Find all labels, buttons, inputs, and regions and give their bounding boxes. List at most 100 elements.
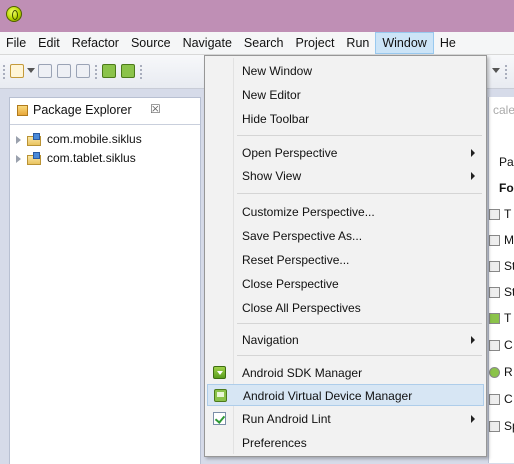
project-label[interactable]: com.tablet.siklus xyxy=(47,151,136,165)
menu-item-label: Customize Perspective... xyxy=(242,205,375,219)
submenu-arrow-icon xyxy=(471,149,475,157)
palette-text[interactable]: Fo xyxy=(499,181,514,195)
menu-item-close-all-perspectives[interactable]: Close All Perspectives xyxy=(207,297,484,319)
menu-separator xyxy=(237,355,482,356)
menu-item-preferences[interactable]: Preferences xyxy=(207,432,484,454)
new-icon[interactable] xyxy=(10,64,24,78)
palette-text[interactable]: St xyxy=(504,259,514,273)
menu-item-open-perspective[interactable]: Open Perspective xyxy=(207,142,484,164)
menu-edit[interactable]: Edit xyxy=(32,32,66,54)
menu-item-label: Run Android Lint xyxy=(242,412,331,426)
palette-view: cale Pa Fo T M St St T C R C Sp xyxy=(488,97,514,463)
menu-item-navigation[interactable]: Navigation xyxy=(207,329,484,351)
submenu-arrow-icon xyxy=(471,336,475,344)
palette-text[interactable]: Sp xyxy=(504,419,514,433)
android-project-icon xyxy=(27,152,43,165)
menu-help[interactable]: He xyxy=(434,32,462,54)
toolbar-grip[interactable] xyxy=(140,65,144,79)
package-explorer-icon xyxy=(17,105,28,116)
save-icon[interactable] xyxy=(38,64,52,78)
android-sdk-icon[interactable] xyxy=(102,64,116,78)
new-dropdown-icon[interactable] xyxy=(27,68,35,73)
expand-arrow-icon[interactable] xyxy=(16,136,21,144)
palette-text[interactable]: C xyxy=(504,338,513,352)
menu-window[interactable]: Window xyxy=(375,32,434,54)
tree-item-project[interactable]: com.tablet.siklus xyxy=(10,150,200,168)
menu-item-run-android-lint[interactable]: Run Android Lint xyxy=(207,408,484,430)
menu-item-label: Reset Perspective... xyxy=(242,253,350,267)
menu-item-label: Close All Perspectives xyxy=(242,301,361,315)
palette-text[interactable]: Pa xyxy=(499,155,514,169)
widget-icon xyxy=(489,261,500,272)
menu-item-label: Hide Toolbar xyxy=(242,112,310,126)
palette-text[interactable]: M xyxy=(504,233,514,247)
checkbox-widget-icon xyxy=(489,340,500,351)
submenu-arrow-icon xyxy=(471,415,475,423)
android-avd-icon[interactable] xyxy=(121,64,135,78)
close-icon[interactable]: ☒ xyxy=(150,102,161,116)
menu-search[interactable]: Search xyxy=(238,32,290,54)
menu-refactor[interactable]: Refactor xyxy=(66,32,125,54)
widget-icon xyxy=(489,209,500,220)
save-all-icon[interactable] xyxy=(57,64,71,78)
android-sdk-manager-icon xyxy=(213,366,226,379)
print-icon[interactable] xyxy=(76,64,90,78)
toolbar-dropdown-icon[interactable] xyxy=(492,68,500,73)
spinner-widget-icon xyxy=(489,421,500,432)
menu-item-new-editor[interactable]: New Editor xyxy=(207,84,484,106)
palette-text[interactable]: C xyxy=(504,392,513,406)
project-label[interactable]: com.mobile.siklus xyxy=(47,132,142,146)
title-bar xyxy=(0,0,514,32)
widget-icon xyxy=(489,287,500,298)
widget-icon xyxy=(489,313,500,324)
package-explorer-tab[interactable]: Package Explorer ☒ xyxy=(10,98,200,125)
submenu-arrow-icon xyxy=(471,172,475,180)
palette-text[interactable]: St xyxy=(504,285,514,299)
menu-source[interactable]: Source xyxy=(125,32,177,54)
menu-bar: File Edit Refactor Source Navigate Searc… xyxy=(0,32,514,55)
menu-item-label: Open Perspective xyxy=(242,146,338,160)
menu-item-label: Show View xyxy=(242,169,302,183)
menu-item-reset-perspective[interactable]: Reset Perspective... xyxy=(207,249,484,271)
menu-separator xyxy=(237,193,482,194)
tree-item-project[interactable]: com.mobile.siklus xyxy=(10,131,200,149)
toolbar-grip[interactable] xyxy=(95,65,99,79)
menu-item-label: New Window xyxy=(242,64,313,78)
menu-navigate[interactable]: Navigate xyxy=(177,32,238,54)
menu-item-save-perspective-as[interactable]: Save Perspective As... xyxy=(207,225,484,247)
radio-widget-icon xyxy=(489,367,500,378)
package-explorer-view: Package Explorer ☒ com.mobile.siklus com… xyxy=(9,97,201,464)
palette-text[interactable]: T xyxy=(504,311,511,325)
menu-item-label: Android SDK Manager xyxy=(242,366,363,380)
package-explorer-title: Package Explorer xyxy=(33,103,132,117)
menu-item-new-window[interactable]: New Window xyxy=(207,60,484,82)
menu-separator xyxy=(237,135,482,136)
palette-text: cale xyxy=(493,103,514,117)
menu-item-label: Preferences xyxy=(242,436,307,450)
widget-icon xyxy=(489,235,500,246)
menu-item-close-perspective[interactable]: Close Perspective xyxy=(207,273,484,295)
menu-item-android-virtual-device-manager[interactable]: Android Virtual Device Manager xyxy=(207,384,484,406)
expand-arrow-icon[interactable] xyxy=(16,155,21,163)
menu-item-label: Close Perspective xyxy=(242,277,339,291)
menu-item-android-sdk-manager[interactable]: Android SDK Manager xyxy=(207,362,484,384)
menu-file[interactable]: File xyxy=(0,32,32,54)
widget-icon xyxy=(489,394,500,405)
eclipse-app-icon[interactable] xyxy=(6,6,22,22)
android-avd-manager-icon xyxy=(214,389,227,402)
menu-item-customize-perspective[interactable]: Customize Perspective... xyxy=(207,201,484,223)
menu-item-label: Navigation xyxy=(242,333,299,347)
menu-item-hide-toolbar[interactable]: Hide Toolbar xyxy=(207,108,484,130)
menu-run[interactable]: Run xyxy=(340,32,375,54)
window-menu-dropdown: New Window New Editor Hide Toolbar Open … xyxy=(204,55,487,457)
menu-item-label: Android Virtual Device Manager xyxy=(243,389,413,403)
toolbar-grip[interactable] xyxy=(3,65,7,79)
menu-separator xyxy=(237,323,482,324)
palette-text[interactable]: T xyxy=(504,207,511,221)
toolbar-grip[interactable] xyxy=(505,65,509,79)
palette-text[interactable]: R xyxy=(504,365,513,379)
android-lint-icon xyxy=(213,412,226,425)
menu-project[interactable]: Project xyxy=(290,32,341,54)
menu-item-label: New Editor xyxy=(242,88,301,102)
menu-item-show-view[interactable]: Show View xyxy=(207,165,484,187)
